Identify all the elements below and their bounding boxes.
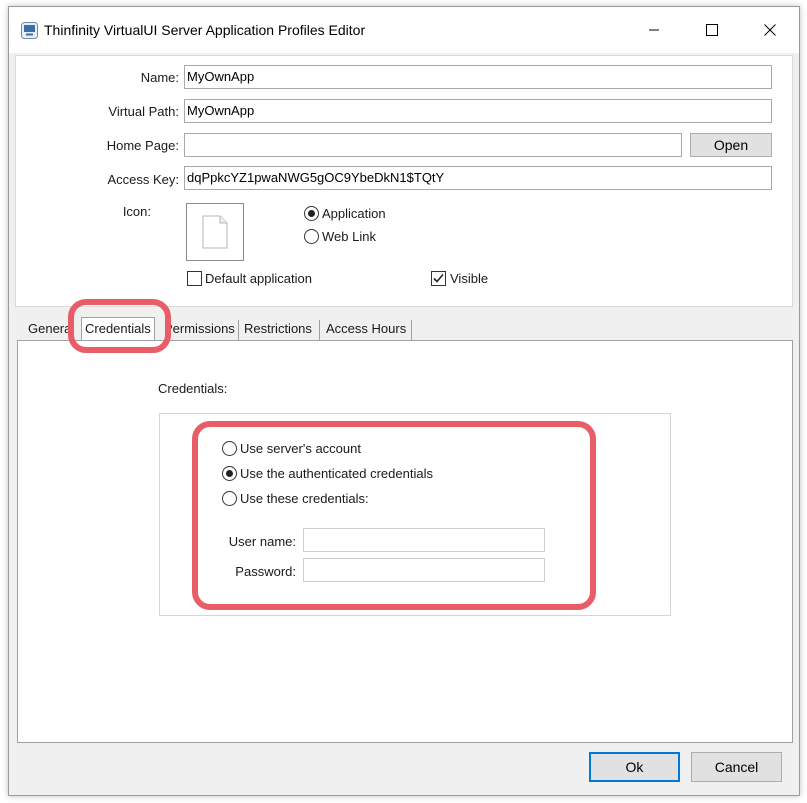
profiles-editor-window: Thinfinity VirtualUI Server Application …: [8, 6, 800, 796]
use-these-credentials-label: Use these credentials:: [240, 491, 369, 506]
username-field[interactable]: [303, 528, 545, 552]
home-page-label: Home Page:: [106, 138, 179, 153]
use-these-credentials-radio[interactable]: [222, 491, 237, 506]
virtual-path-label: Virtual Path:: [108, 104, 179, 119]
visible-checkbox[interactable]: [431, 271, 446, 286]
tab-general[interactable]: General: [25, 320, 77, 340]
close-icon: [764, 24, 776, 36]
visible-label: Visible: [450, 271, 489, 286]
password-label: Password:: [235, 564, 296, 579]
tab-restrictions[interactable]: Restrictions: [241, 320, 315, 340]
tab-separator: [319, 320, 320, 340]
cancel-button[interactable]: Cancel: [691, 752, 782, 782]
tab-separator: [238, 320, 239, 340]
default-application-label: Default application: [205, 271, 312, 286]
icon-picker[interactable]: [186, 203, 244, 261]
maximize-icon: [706, 24, 718, 36]
checkmark-icon: [433, 273, 444, 283]
name-field[interactable]: MyOwnApp: [184, 65, 772, 89]
application-radio[interactable]: [304, 206, 319, 221]
tab-credentials[interactable]: Credentials: [81, 317, 155, 341]
application-radio-label: Application: [322, 206, 386, 221]
open-button[interactable]: Open: [690, 133, 772, 157]
maximize-button[interactable]: [683, 7, 741, 53]
name-label: Name:: [140, 70, 179, 85]
access-key-field[interactable]: dqPpkcYZ1pwaNWG5gOC9YbeDkN1$TQtY: [184, 166, 772, 190]
close-button[interactable]: [741, 7, 799, 53]
title-bar: Thinfinity VirtualUI Server Application …: [9, 7, 799, 53]
use-server-account-radio[interactable]: [222, 441, 237, 456]
app-logo-icon: [21, 22, 38, 39]
username-label: User name:: [228, 534, 296, 549]
use-authenticated-credentials-label: Use the authenticated credentials: [240, 466, 433, 481]
web-link-radio-label: Web Link: [322, 229, 376, 244]
tab-separator: [411, 320, 412, 340]
minimize-button[interactable]: [625, 7, 683, 53]
home-page-field[interactable]: [184, 133, 682, 157]
tab-permissions[interactable]: Permissions: [161, 320, 238, 340]
access-key-label: Access Key:: [107, 172, 179, 187]
minimize-icon: [649, 29, 659, 31]
default-application-checkbox[interactable]: [187, 271, 202, 286]
icon-label: Icon:: [122, 204, 151, 219]
document-icon: [202, 215, 228, 249]
password-field[interactable]: [303, 558, 545, 582]
credentials-section-label: Credentials:: [158, 381, 228, 396]
use-authenticated-credentials-radio[interactable]: [222, 466, 237, 481]
ok-button[interactable]: Ok: [589, 752, 680, 782]
virtual-path-field[interactable]: MyOwnApp: [184, 99, 772, 123]
web-link-radio[interactable]: [304, 229, 319, 244]
use-server-account-label: Use server's account: [240, 441, 361, 456]
window-title: Thinfinity VirtualUI Server Application …: [44, 22, 366, 38]
tab-access-hours[interactable]: Access Hours: [323, 320, 409, 340]
